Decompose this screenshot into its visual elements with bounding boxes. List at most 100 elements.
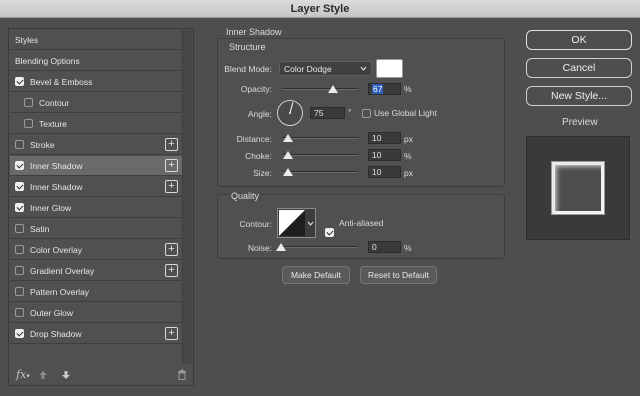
move-down-icon[interactable] bbox=[61, 370, 71, 380]
blend-mode-label: Blend Mode: bbox=[224, 64, 272, 74]
sidebar-item-checkbox[interactable] bbox=[15, 266, 24, 275]
noise-field[interactable]: 0 bbox=[368, 241, 401, 253]
sidebar-item-label: Inner Glow bbox=[30, 202, 72, 213]
sidebar-item-label: Inner Shadow bbox=[30, 160, 83, 171]
opacity-field[interactable]: 67 bbox=[368, 83, 401, 95]
fx-button[interactable]: fx▾ bbox=[16, 368, 30, 381]
sidebar-item[interactable]: Styles bbox=[10, 30, 184, 50]
sidebar-item[interactable]: Blending Options bbox=[10, 51, 184, 71]
size-slider-knob[interactable] bbox=[283, 168, 293, 176]
sidebar-item-label: Pattern Overlay bbox=[30, 286, 90, 297]
sidebar-item[interactable]: Color Overlay + bbox=[10, 240, 184, 260]
sidebar-item[interactable]: Drop Shadow + bbox=[10, 324, 184, 344]
opacity-slider-track[interactable] bbox=[282, 88, 358, 90]
new-style-button[interactable]: New Style... bbox=[526, 86, 632, 106]
sidebar-item-label: Satin bbox=[30, 223, 50, 234]
blend-mode-select[interactable]: Color Dodge bbox=[279, 61, 372, 76]
sidebar-item-checkbox[interactable] bbox=[15, 161, 24, 170]
move-up-icon[interactable] bbox=[38, 370, 48, 380]
sidebar-item[interactable]: Texture bbox=[10, 114, 184, 134]
noise-unit: % bbox=[404, 243, 412, 253]
add-effect-icon[interactable]: + bbox=[165, 138, 178, 151]
sidebar-item[interactable]: Outer Glow bbox=[10, 303, 184, 323]
add-effect-icon[interactable]: + bbox=[165, 180, 178, 193]
sidebar-item[interactable]: Inner Shadow + bbox=[10, 177, 184, 197]
sidebar-item-checkbox[interactable] bbox=[15, 245, 24, 254]
window-title: Layer Style bbox=[290, 3, 350, 15]
distance-slider-knob[interactable] bbox=[283, 134, 293, 142]
size-unit: px bbox=[404, 168, 413, 178]
trash-icon[interactable] bbox=[177, 369, 187, 380]
add-effect-icon[interactable]: + bbox=[165, 159, 178, 172]
angle-field[interactable]: 75 bbox=[310, 107, 345, 119]
sidebar-item-label: Styles bbox=[15, 34, 39, 45]
choke-label: Choke: bbox=[245, 151, 272, 161]
sidebar-item[interactable]: Inner Shadow + bbox=[10, 156, 184, 176]
add-effect-icon[interactable]: + bbox=[165, 264, 178, 277]
use-global-light-label: Use Global Light bbox=[374, 108, 437, 118]
sidebar-item-checkbox[interactable] bbox=[15, 203, 24, 212]
sidebar-item[interactable]: Gradient Overlay + bbox=[10, 261, 184, 281]
sidebar-item-checkbox[interactable] bbox=[15, 308, 24, 317]
sidebar-item-checkbox[interactable] bbox=[24, 119, 33, 128]
reset-to-default-button[interactable]: Reset to Default bbox=[360, 266, 437, 284]
sidebar-item-checkbox[interactable] bbox=[15, 182, 24, 191]
sidebar-item-checkbox[interactable] bbox=[15, 224, 24, 233]
distance-slider-track[interactable] bbox=[282, 137, 358, 139]
sidebar-item-label: Inner Shadow bbox=[30, 181, 83, 192]
choke-field[interactable]: 10 bbox=[368, 149, 401, 161]
sidebar-item-label: Contour bbox=[39, 97, 70, 108]
sidebar-item-checkbox[interactable] bbox=[15, 329, 24, 338]
opacity-slider-knob[interactable] bbox=[327, 85, 338, 93]
sidebar-item-checkbox[interactable] bbox=[15, 77, 24, 86]
cancel-button[interactable]: Cancel bbox=[526, 58, 632, 78]
add-effect-icon[interactable]: + bbox=[165, 243, 178, 256]
anti-aliased-checkbox[interactable] bbox=[325, 228, 334, 237]
ok-button[interactable]: OK bbox=[526, 30, 632, 50]
sidebar-item-checkbox[interactable] bbox=[15, 287, 24, 296]
style-preview-thumbnail bbox=[526, 136, 630, 240]
distance-unit: px bbox=[404, 134, 413, 144]
sidebar-item-label: Texture bbox=[39, 118, 67, 129]
sidebar-item-checkbox[interactable] bbox=[24, 98, 33, 107]
size-field[interactable]: 10 bbox=[368, 166, 401, 178]
make-default-button[interactable]: Make Default bbox=[282, 266, 350, 284]
sidebar-item-label: Stroke bbox=[30, 139, 55, 150]
shadow-color-swatch[interactable] bbox=[376, 59, 403, 78]
distance-label: Distance: bbox=[236, 134, 272, 144]
quality-title: Quality bbox=[229, 191, 262, 201]
distance-field[interactable]: 10 bbox=[368, 132, 401, 144]
sidebar-item[interactable]: Pattern Overlay bbox=[10, 282, 184, 302]
noise-slider-knob[interactable] bbox=[276, 243, 286, 251]
size-label: Size: bbox=[253, 168, 272, 178]
choke-slider-track[interactable] bbox=[282, 154, 358, 156]
contour-picker[interactable] bbox=[277, 208, 316, 238]
noise-slider-track[interactable] bbox=[278, 246, 358, 248]
sidebar-item[interactable]: Contour bbox=[10, 93, 184, 113]
contour-curve-icon bbox=[279, 210, 305, 236]
chevron-down-icon bbox=[360, 66, 367, 71]
sidebar-item-label: Outer Glow bbox=[30, 307, 73, 318]
choke-slider-knob[interactable] bbox=[283, 151, 293, 159]
sidebar-item[interactable]: Bevel & Emboss bbox=[10, 72, 184, 92]
sidebar-item-label: Gradient Overlay bbox=[30, 265, 95, 276]
sidebar-scrollbar[interactable] bbox=[182, 30, 192, 364]
chevron-down-icon bbox=[307, 221, 314, 226]
angle-unit: ° bbox=[348, 107, 352, 117]
angle-dial[interactable] bbox=[276, 99, 304, 127]
sidebar-item[interactable]: Stroke + bbox=[10, 135, 184, 155]
size-slider-track[interactable] bbox=[282, 171, 358, 173]
opacity-label: Opacity: bbox=[240, 84, 272, 94]
sidebar-item[interactable]: Satin bbox=[10, 219, 184, 239]
angle-label: Angle: bbox=[247, 109, 272, 119]
use-global-light-checkbox[interactable] bbox=[362, 109, 371, 118]
title-bar: Layer Style bbox=[0, 0, 640, 18]
preview-square bbox=[551, 161, 605, 215]
add-effect-icon[interactable]: + bbox=[165, 327, 178, 340]
contour-label: Contour: bbox=[239, 219, 272, 229]
preview-label: Preview bbox=[562, 117, 598, 128]
sidebar-item[interactable]: Inner Glow bbox=[10, 198, 184, 218]
blend-mode-value: Color Dodge bbox=[284, 64, 332, 74]
sidebar-item-checkbox[interactable] bbox=[15, 140, 24, 149]
sidebar-item-label: Drop Shadow bbox=[30, 328, 82, 339]
